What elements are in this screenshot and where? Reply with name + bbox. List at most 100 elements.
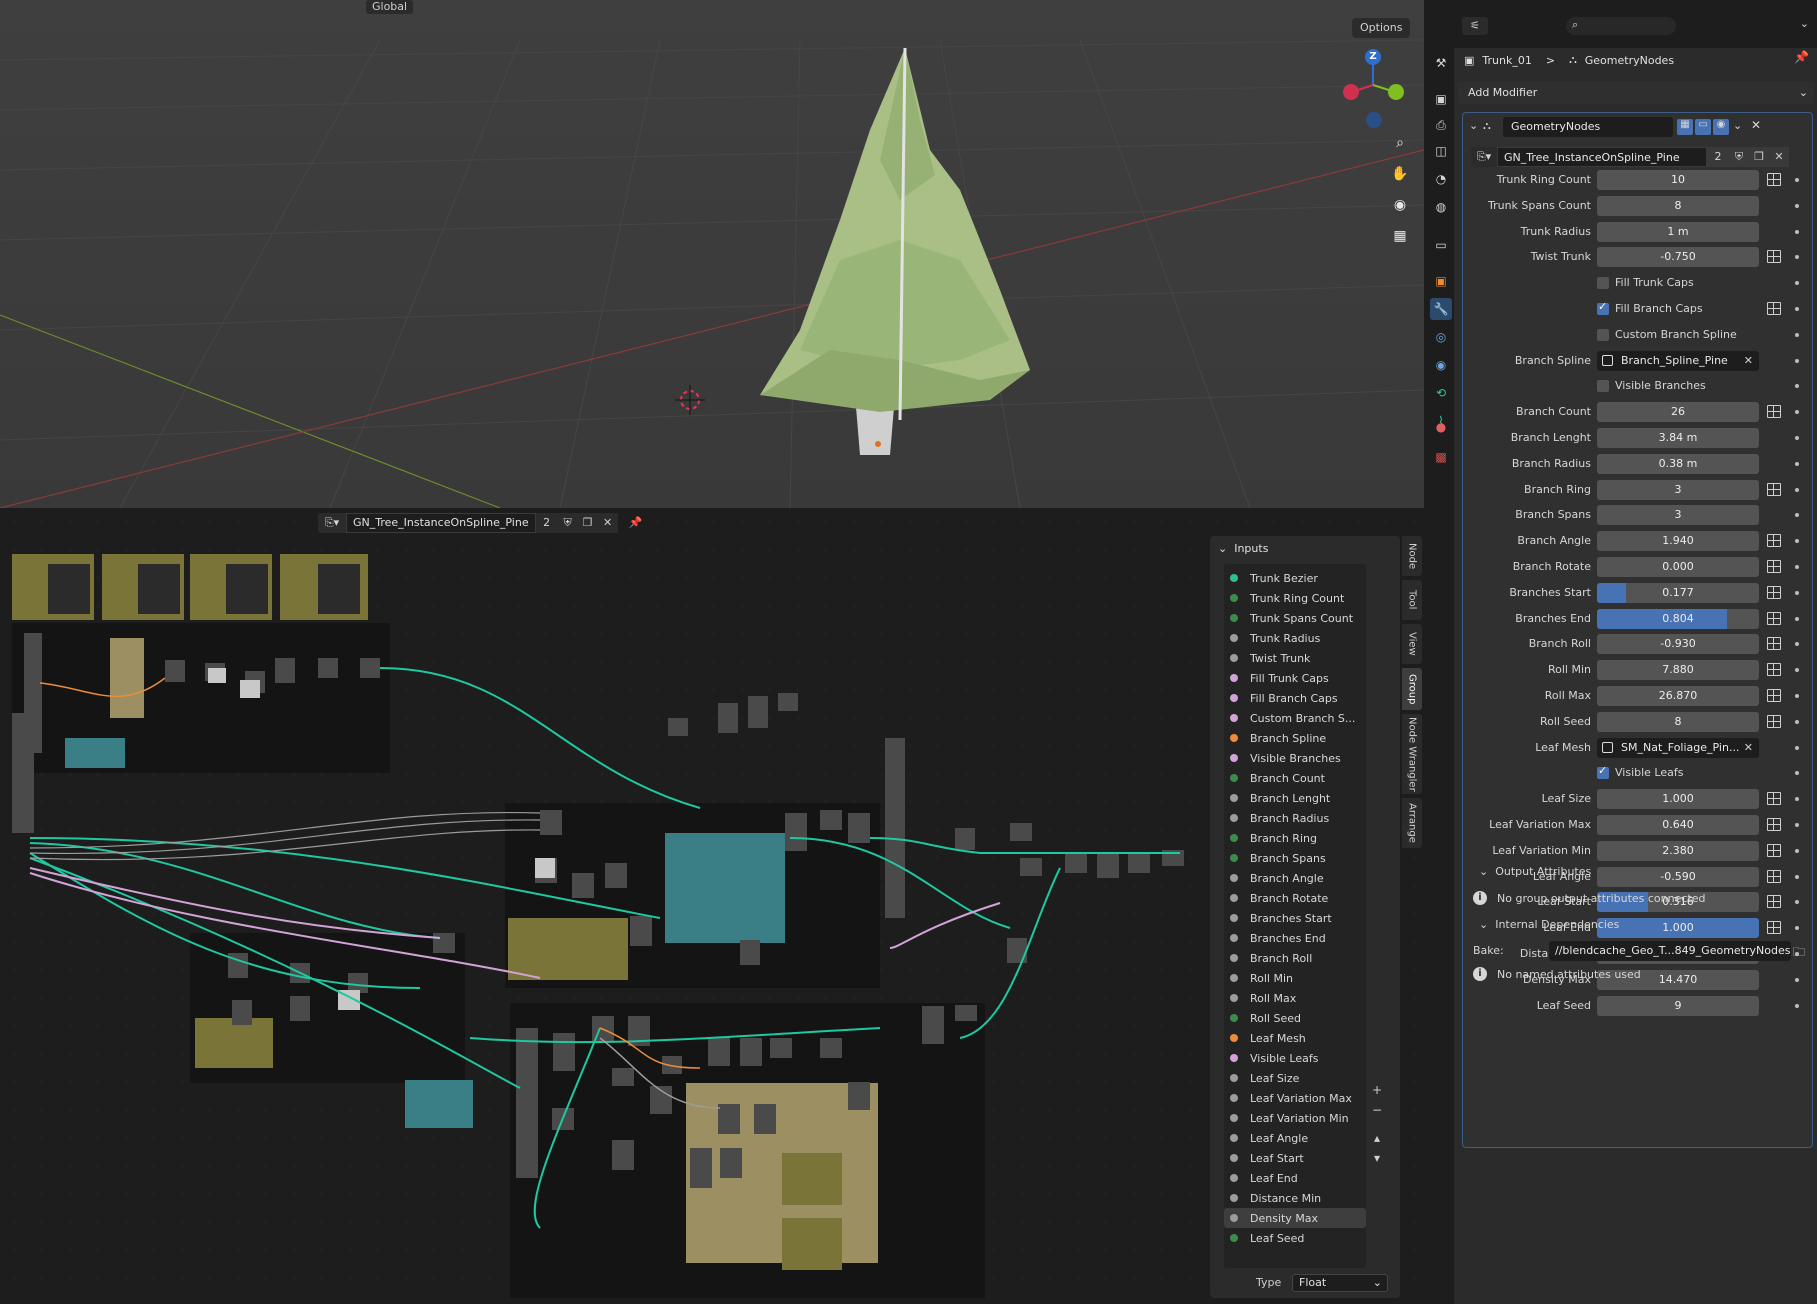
input-socket-item[interactable]: Leaf Seed: [1224, 1228, 1366, 1248]
input-socket-item[interactable]: Leaf Mesh: [1224, 1028, 1366, 1048]
keyframe-dot-icon[interactable]: [1795, 797, 1799, 802]
input-socket-item[interactable]: Custom Branch S...: [1224, 708, 1366, 728]
view-layer-icon[interactable]: ◫: [1430, 140, 1452, 162]
keyframe-dot-icon[interactable]: [1795, 616, 1799, 621]
roll-min-field[interactable]: 7.880: [1597, 660, 1759, 681]
attribute-toggle-icon[interactable]: [1767, 843, 1781, 857]
keyframe-dot-icon[interactable]: [1795, 307, 1799, 311]
bake-path-field[interactable]: //blendcache_Geo_T...849_GeometryNodes: [1549, 941, 1791, 961]
input-socket-item[interactable]: Branch Roll: [1224, 948, 1366, 968]
input-socket-item[interactable]: Fill Branch Caps: [1224, 688, 1366, 708]
sidebar-tab-tool[interactable]: Tool: [1402, 580, 1422, 620]
input-socket-item[interactable]: Roll Min: [1224, 968, 1366, 988]
visible-leafs-checkbox[interactable]: [1597, 764, 1609, 780]
ortho-grid-icon[interactable]: ▦: [1387, 223, 1413, 249]
trunk-spans-count-field[interactable]: 8: [1597, 195, 1759, 216]
keyframe-dot-icon[interactable]: [1795, 436, 1799, 440]
keyframe-dot-icon[interactable]: [1795, 410, 1799, 415]
input-socket-item[interactable]: Trunk Bezier: [1224, 568, 1366, 588]
input-socket-item[interactable]: Branch Spline: [1224, 728, 1366, 748]
render-icon[interactable]: ▣: [1430, 88, 1452, 110]
sidebar-tab-view[interactable]: View: [1402, 624, 1422, 664]
edit-mode-toggle-icon[interactable]: ▦: [1677, 119, 1693, 135]
gizmo-x-axis[interactable]: [1343, 84, 1359, 100]
fake-user-shield-icon[interactable]: ⛨: [1729, 147, 1749, 167]
branch-spline-object-field[interactable]: Branch_Spline_Pine ✕: [1597, 350, 1759, 371]
input-socket-item[interactable]: Roll Max: [1224, 988, 1366, 1008]
modifier-wrench-icon[interactable]: 🔧: [1430, 298, 1452, 320]
input-socket-item[interactable]: Branches Start: [1224, 908, 1366, 928]
keyframe-dot-icon[interactable]: [1795, 332, 1799, 337]
keyframe-dot-icon[interactable]: [1795, 461, 1799, 466]
keyframe-dot-icon[interactable]: [1795, 719, 1799, 724]
object-icon[interactable]: ▣: [1430, 270, 1452, 292]
branches-start-slider[interactable]: 0.177: [1597, 582, 1759, 603]
leaf-mesh-object-field[interactable]: SM_Nat_Foliage_Pin... ✕: [1597, 737, 1759, 758]
branch-spans-field[interactable]: 3: [1597, 505, 1759, 526]
chevron-down-icon[interactable]: ⌄: [1733, 119, 1742, 132]
attribute-toggle-icon[interactable]: [1767, 663, 1781, 677]
tool-settings-icon[interactable]: ⚒: [1430, 52, 1452, 74]
input-socket-item[interactable]: Leaf Angle: [1224, 1128, 1366, 1148]
sidebar-tab-group[interactable]: Group: [1402, 668, 1422, 710]
keyframe-dot-icon[interactable]: [1795, 565, 1799, 569]
keyframe-dot-icon[interactable]: [1795, 694, 1799, 698]
gizmo-y-axis[interactable]: [1388, 84, 1404, 100]
trunk-ring-count-field[interactable]: 10: [1597, 170, 1759, 190]
branches-end-slider[interactable]: 0.804: [1597, 608, 1759, 629]
pin-icon[interactable]: 📌: [1794, 50, 1809, 64]
attribute-toggle-icon[interactable]: [1767, 585, 1781, 599]
folder-icon[interactable]: 🗀: [1793, 943, 1805, 964]
internal-dependencies-header[interactable]: ⌄ Internal Dependencies: [1479, 918, 1619, 931]
duplicate-icon[interactable]: ❐: [1749, 147, 1769, 167]
keyframe-dot-icon[interactable]: [1795, 590, 1799, 595]
branch-rotate-field[interactable]: 0.000: [1597, 557, 1759, 577]
input-socket-item[interactable]: Branch Radius: [1224, 808, 1366, 828]
input-socket-item[interactable]: Leaf End: [1224, 1168, 1366, 1188]
trunk-radius-field[interactable]: 1 m: [1597, 221, 1759, 242]
keyframe-dot-icon[interactable]: [1795, 513, 1799, 518]
keyframe-dot-icon[interactable]: [1795, 874, 1799, 879]
modifier-name-field[interactable]: GeometryNodes: [1503, 117, 1673, 137]
node-group-field[interactable]: GN_Tree_InstanceOnSpline_Pine: [1497, 147, 1707, 167]
node-graph[interactable]: [0, 508, 1200, 1304]
remove-input-button[interactable]: −: [1368, 1102, 1386, 1120]
texture-icon[interactable]: ▩: [1430, 446, 1452, 468]
attribute-toggle-icon[interactable]: [1767, 895, 1781, 909]
attribute-toggle-icon[interactable]: [1767, 482, 1781, 496]
keyframe-dot-icon[interactable]: [1795, 771, 1799, 776]
output-attributes-header[interactable]: ⌄ Output Attributes: [1479, 865, 1591, 878]
input-socket-item[interactable]: Fill Trunk Caps: [1224, 668, 1366, 688]
physics-icon[interactable]: ◉: [1430, 354, 1452, 376]
material-icon[interactable]: ●: [1430, 416, 1452, 438]
camera-view-icon[interactable]: ◉: [1387, 192, 1413, 218]
attribute-toggle-icon[interactable]: [1767, 689, 1781, 702]
input-socket-item[interactable]: Trunk Radius: [1224, 628, 1366, 648]
gizmo-neg-z-axis[interactable]: [1366, 112, 1382, 128]
clear-x-icon[interactable]: ✕: [1744, 738, 1753, 758]
input-socket-item[interactable]: Branch Rotate: [1224, 888, 1366, 908]
node-group-users[interactable]: 2: [1707, 147, 1729, 167]
breadcrumb-modifier[interactable]: GeometryNodes: [1585, 54, 1674, 67]
keyframe-dot-icon[interactable]: [1795, 977, 1799, 982]
socket-type-dropdown[interactable]: Float ⌄: [1292, 1274, 1388, 1292]
keyframe-dot-icon[interactable]: [1795, 823, 1799, 827]
keyframe-dot-icon[interactable]: [1795, 539, 1799, 544]
leaf-variation-max-field[interactable]: 0.640: [1597, 815, 1759, 835]
input-socket-item[interactable]: Trunk Spans Count: [1224, 608, 1366, 628]
close-icon[interactable]: ✕: [1751, 118, 1761, 132]
clear-x-icon[interactable]: ✕: [1744, 351, 1753, 371]
attribute-toggle-icon[interactable]: [1767, 818, 1781, 831]
roll-seed-field[interactable]: 8: [1597, 711, 1759, 732]
input-socket-item[interactable]: Branches End: [1224, 928, 1366, 948]
keyframe-dot-icon[interactable]: [1795, 203, 1799, 208]
branch-roll-field[interactable]: -0.930: [1597, 634, 1759, 655]
leaf-variation-min-field[interactable]: 2.380: [1597, 840, 1759, 861]
roll-max-field[interactable]: 26.870: [1597, 686, 1759, 706]
sidebar-tab-arrange[interactable]: Arrange: [1402, 798, 1422, 848]
properties-search-input[interactable]: ⌕: [1566, 17, 1676, 35]
add-input-button[interactable]: +: [1368, 1082, 1386, 1100]
attribute-toggle-icon[interactable]: [1767, 560, 1781, 573]
pan-hand-icon[interactable]: ✋: [1387, 161, 1413, 187]
leaf-size-field[interactable]: 1.000: [1597, 789, 1759, 810]
